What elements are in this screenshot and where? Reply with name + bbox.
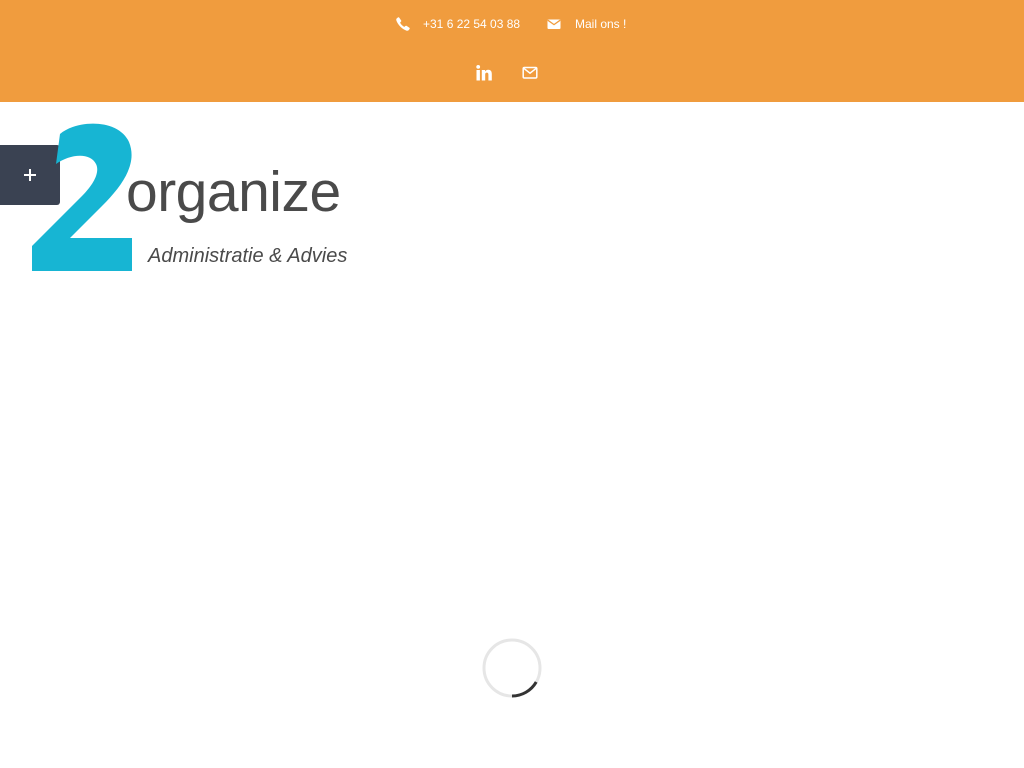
phone-number: +31 6 22 54 03 88 bbox=[423, 17, 521, 31]
linkedin-icon[interactable] bbox=[475, 64, 493, 82]
mail-link[interactable]: Mail ons ! bbox=[547, 14, 626, 34]
social-links bbox=[0, 64, 1024, 86]
loading-spinner-icon bbox=[482, 638, 542, 698]
contact-row: +31 6 22 54 03 88 Mail ons ! bbox=[0, 0, 1024, 48]
envelope-icon bbox=[547, 17, 561, 31]
logo-wordmark: organize bbox=[126, 160, 341, 224]
site-logo[interactable]: organize Administratie & Advies bbox=[30, 120, 370, 275]
top-bar: +31 6 22 54 03 88 Mail ons ! bbox=[0, 0, 1024, 102]
phone-link[interactable]: +31 6 22 54 03 88 bbox=[396, 14, 520, 34]
envelope-outline-icon[interactable] bbox=[521, 64, 539, 82]
mail-label: Mail ons ! bbox=[575, 17, 627, 31]
phone-icon bbox=[396, 17, 410, 31]
logo-tagline: Administratie & Advies bbox=[148, 245, 348, 267]
